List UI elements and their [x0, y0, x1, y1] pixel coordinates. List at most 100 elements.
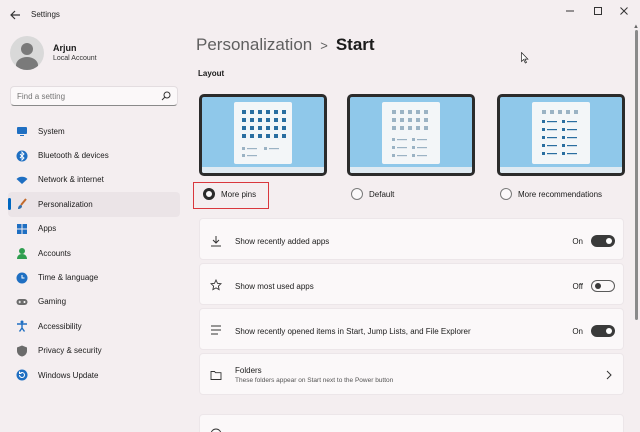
sidebar-item-label: Time & language [38, 273, 99, 283]
sidebar-item-privacy-security[interactable]: Privacy & security [8, 339, 180, 363]
avatar[interactable] [10, 36, 44, 70]
sidebar-item-label: Accounts [38, 248, 71, 258]
gamepad-icon [16, 296, 28, 308]
default-grid-icon [392, 110, 428, 157]
avatar-body [16, 57, 38, 70]
back-arrow-icon[interactable] [8, 8, 22, 22]
layout-preview-default[interactable] [347, 94, 475, 176]
search-box[interactable] [10, 86, 178, 106]
preview-screen [350, 97, 472, 173]
toggle-switch[interactable] [591, 325, 615, 337]
radio-button[interactable] [500, 188, 512, 200]
search-input[interactable] [17, 91, 157, 101]
start-menu-preview [532, 102, 590, 164]
pins-grid-icon [242, 110, 286, 157]
sidebar-item-system[interactable]: System [8, 119, 180, 143]
sidebar-item-label: Windows Update [38, 370, 99, 380]
layout-preview-more-recommendations[interactable] [497, 94, 625, 176]
maximize-button[interactable] [588, 4, 608, 18]
wifi-icon [16, 174, 28, 186]
setting-folders[interactable]: Folders These folders appear on Start ne… [199, 353, 624, 395]
toggle-knob [595, 283, 601, 289]
sidebar-item-network[interactable]: Network & internet [8, 168, 180, 192]
taskbar-preview [350, 167, 472, 173]
setting-most-used-apps[interactable]: Show most used apps Off [199, 263, 624, 305]
globe-clock-icon [16, 272, 28, 284]
window-title: Settings [31, 10, 60, 19]
breadcrumb-separator: > [320, 38, 328, 53]
sidebar-item-label: System [38, 126, 65, 136]
setting-title: Show recently opened items in Start, Jum… [235, 327, 471, 336]
setting-subtitle: These folders appear on Start next to th… [235, 377, 394, 384]
list-icon [211, 325, 221, 335]
setting-recently-opened-items[interactable]: Show recently opened items in Start, Jum… [199, 308, 624, 350]
setting-title: Show recently added apps [235, 237, 330, 246]
sidebar-item-accounts[interactable]: Accounts [8, 241, 180, 265]
minimize-button[interactable] [560, 4, 580, 18]
toggle-knob [606, 328, 612, 334]
breadcrumb: Personalization > Start [196, 35, 375, 55]
title-bar: Settings [0, 0, 640, 28]
accessibility-icon [16, 320, 28, 333]
layout-option-default[interactable]: Default [351, 188, 394, 200]
bluetooth-icon [16, 150, 28, 162]
toggle-state: Off [572, 282, 583, 291]
taskbar-preview [202, 167, 324, 173]
chevron-right-icon[interactable] [605, 370, 613, 380]
preview-screen [500, 97, 622, 173]
maximize-icon [594, 7, 602, 15]
minimize-icon [566, 10, 574, 12]
radio-button[interactable] [351, 188, 363, 200]
download-icon [211, 236, 221, 247]
layout-section-label: Layout [198, 69, 225, 78]
sidebar-item-bluetooth[interactable]: Bluetooth & devices [8, 143, 180, 167]
search-icon[interactable] [161, 91, 171, 101]
setting-recently-added-apps[interactable]: Show recently added apps On [199, 218, 624, 260]
preview-screen [202, 97, 324, 173]
start-menu-preview [382, 102, 440, 164]
layout-option-label: Default [369, 189, 395, 199]
star-icon [210, 279, 222, 291]
taskbar-preview [500, 167, 622, 173]
toggle-switch[interactable] [591, 235, 615, 247]
layout-option-label: More pins [221, 189, 257, 199]
sidebar-nav: System Bluetooth & devices Network & int… [8, 119, 180, 387]
setting-card-partial[interactable] [199, 414, 624, 432]
radio-button[interactable] [203, 188, 215, 200]
mouse-cursor-icon [521, 52, 529, 64]
sidebar-item-label: Gaming [38, 297, 67, 307]
page-title: Start [335, 35, 375, 54]
user-account-type: Local Account [53, 55, 97, 62]
brush-icon [16, 198, 28, 210]
person-icon [16, 247, 28, 260]
sidebar-item-label: Bluetooth & devices [38, 151, 109, 161]
toggle-state: On [572, 237, 583, 246]
shield-icon [16, 345, 28, 357]
scrollbar[interactable] [635, 30, 638, 320]
toggle-switch[interactable] [591, 280, 615, 292]
setting-title: Show most used apps [235, 282, 314, 291]
breadcrumb-parent[interactable]: Personalization [196, 35, 312, 54]
layout-option-more-recommendations[interactable]: More recommendations [500, 188, 602, 200]
sidebar-item-label: Apps [38, 224, 57, 234]
close-button[interactable] [614, 4, 634, 18]
close-icon [620, 7, 628, 15]
recommendations-grid-icon [542, 110, 578, 155]
start-menu-preview [234, 102, 292, 164]
sidebar-item-windows-update[interactable]: Windows Update [8, 363, 180, 387]
user-name: Arjun [53, 43, 77, 53]
layout-option-more-pins[interactable]: More pins [203, 188, 256, 200]
sidebar-item-label: Personalization [38, 199, 93, 209]
monitor-icon [16, 125, 28, 137]
sidebar-item-label: Network & internet [38, 175, 104, 185]
folder-icon [210, 371, 222, 380]
avatar-head [21, 43, 33, 55]
sidebar-item-personalization[interactable]: Personalization [8, 192, 180, 217]
layout-preview-more-pins[interactable] [199, 94, 327, 176]
setting-title: Folders [235, 366, 262, 375]
sidebar-item-label: Accessibility [38, 321, 82, 331]
sidebar-item-apps[interactable]: Apps [8, 217, 180, 241]
sidebar-item-accessibility[interactable]: Accessibility [8, 314, 180, 338]
sidebar-item-gaming[interactable]: Gaming [8, 290, 180, 314]
sidebar-item-time-language[interactable]: Time & language [8, 265, 180, 289]
